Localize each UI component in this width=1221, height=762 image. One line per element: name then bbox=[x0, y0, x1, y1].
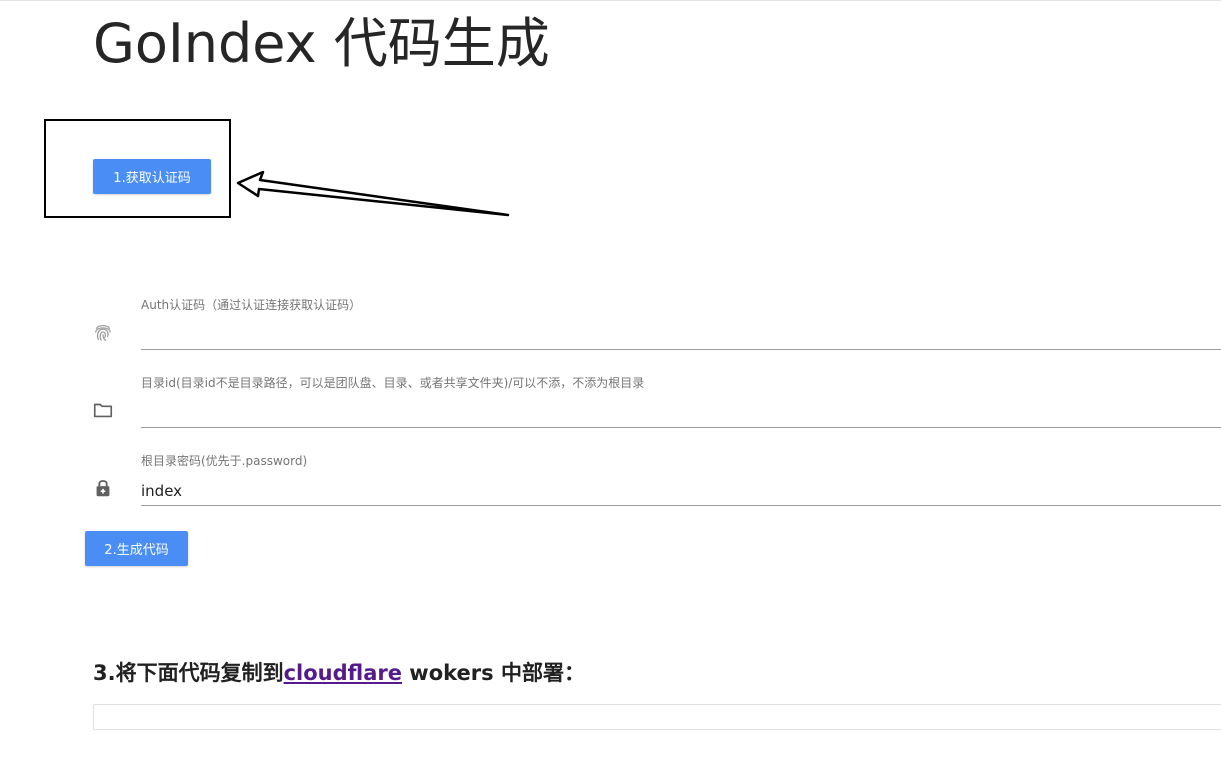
cloudflare-link[interactable]: cloudflare bbox=[284, 661, 402, 685]
deploy-heading-prefix: 3.将下面代码复制到 bbox=[93, 661, 284, 685]
folder-id-label: 目录id(目录id不是目录路径，可以是团队盘、目录、或者共享文件夹)/可以不添，… bbox=[141, 376, 645, 390]
folder-icon bbox=[93, 403, 113, 418]
annotation-arrow-icon bbox=[236, 170, 510, 217]
root-password-label: 根目录密码(优先于.password) bbox=[141, 454, 308, 468]
auth-code-label: Auth认证码（通过认证连接获取认证码） bbox=[141, 298, 362, 312]
lock-icon bbox=[96, 480, 110, 497]
folder-id-input[interactable] bbox=[141, 398, 1221, 428]
deploy-heading-suffix: wokers 中部署： bbox=[402, 661, 585, 685]
get-auth-code-button[interactable]: 1.获取认证码 bbox=[93, 159, 211, 194]
deploy-instructions-heading: 3.将下面代码复制到cloudflare wokers 中部署： bbox=[93, 658, 585, 688]
auth-code-input[interactable] bbox=[141, 320, 1221, 350]
top-divider bbox=[0, 0, 1221, 1]
page-title: GoIndex 代码生成 bbox=[93, 12, 550, 75]
generate-code-button[interactable]: 2.生成代码 bbox=[85, 531, 188, 566]
generated-code-box[interactable] bbox=[93, 704, 1221, 730]
fingerprint-icon bbox=[95, 324, 111, 341]
root-password-input[interactable] bbox=[141, 476, 1221, 506]
